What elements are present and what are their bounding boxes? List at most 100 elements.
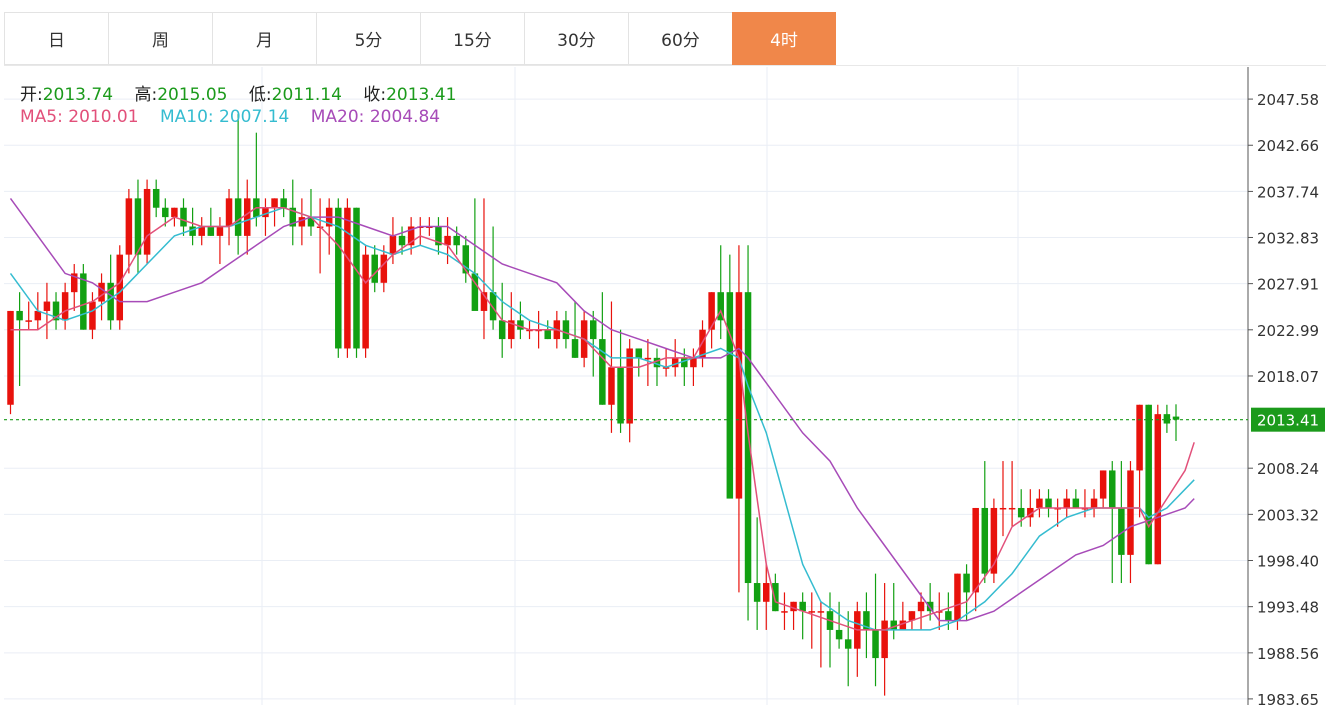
candle-body (152, 188, 160, 208)
candle-body (207, 226, 215, 236)
candle-body (380, 254, 388, 283)
candle-body (644, 357, 652, 360)
candle-body (162, 207, 169, 218)
ma10-label: MA10: (159, 107, 214, 127)
y-tick-label: 2032.83 (1257, 229, 1319, 247)
ohlc-readout: 开:2013.74 高:2015.05 低:2011.14 收:2013.41 (20, 80, 456, 105)
candle-body (89, 301, 96, 330)
candle-body (216, 226, 224, 236)
candle-body (1145, 404, 1152, 565)
y-tick-label: 2047.58 (1257, 91, 1319, 109)
ma5-label: MA5: (20, 107, 63, 127)
candle-body (881, 620, 888, 659)
candle-body (781, 611, 788, 613)
candle-body (353, 207, 360, 349)
candle-body (999, 507, 1007, 510)
y-tick-label: 2008.24 (1257, 460, 1319, 478)
candle-body (1045, 498, 1052, 508)
candlestick-chart[interactable]: 2047.58 2042.66 2037.74 2032.83 2027.91 2022.… (0, 0, 1326, 705)
candle-body (225, 198, 233, 227)
y-tick-label: 1993.48 (1257, 599, 1319, 617)
candle-body (735, 292, 743, 499)
candle-body (180, 207, 187, 227)
candle-body (626, 348, 633, 424)
candle-body (917, 601, 925, 612)
open-label: 开: (20, 85, 43, 105)
candle-body (1017, 507, 1025, 518)
close-label: 收: (363, 85, 387, 105)
candle-body (608, 367, 615, 405)
candle-body (1008, 507, 1016, 510)
candle-body (243, 198, 251, 236)
candle-body (808, 611, 816, 613)
ma10-line (9, 206, 1195, 631)
candle-body (398, 235, 406, 246)
candle-body (489, 292, 497, 321)
candle-body (835, 629, 843, 640)
candle-body (143, 188, 151, 255)
ma-readout: MA5: 2010.01 MA10: 2007.14 MA20: 2004.84 (20, 107, 440, 127)
candle-body (590, 320, 597, 340)
candle-body (963, 573, 970, 593)
ma10-value: 2007.14 (219, 107, 290, 127)
candle-body (125, 198, 133, 255)
candle-body (43, 301, 51, 311)
low-value: 2011.14 (271, 85, 342, 105)
y-tick-label: 2037.74 (1257, 183, 1319, 201)
high-label: 高: (134, 85, 158, 105)
candle-body (498, 320, 506, 340)
ma20-value: 2004.84 (369, 107, 441, 127)
y-tick-label: 2003.32 (1257, 506, 1319, 524)
open-value: 2013.74 (42, 85, 114, 105)
ma20-label: MA20: (310, 107, 365, 127)
ma5-value: 2010.01 (68, 107, 139, 127)
y-tick-label: 1998.40 (1257, 553, 1319, 571)
current-price-label: 2013.41 (1257, 412, 1319, 430)
candle-body (371, 254, 378, 283)
candle-body (617, 367, 624, 424)
high-value: 2015.05 (157, 85, 228, 105)
candle-body (1036, 498, 1043, 508)
candle-body (562, 320, 570, 340)
y-tick-label: 2027.91 (1257, 276, 1319, 294)
candle-body (954, 573, 961, 621)
candle-body (234, 198, 242, 236)
candle-body (1163, 414, 1171, 424)
candle-body (817, 611, 825, 613)
candle-body (171, 207, 178, 218)
candle-body (1063, 498, 1070, 508)
y-tick-label: 2018.07 (1257, 368, 1319, 386)
candle-body (1090, 498, 1098, 508)
candle-body (544, 329, 551, 340)
candle-body (453, 235, 460, 246)
candle-body (116, 254, 124, 321)
y-tick-label: 1988.56 (1257, 645, 1319, 663)
candle-body (1109, 470, 1116, 508)
candle-body (972, 507, 979, 593)
candle-body (981, 507, 989, 574)
candle-body (16, 310, 23, 321)
candle-body (1072, 498, 1080, 508)
candle-body (389, 235, 397, 255)
candle-body (271, 198, 278, 208)
candle-body (945, 611, 952, 621)
candle-body (280, 198, 287, 208)
y-tick-label: 2022.99 (1257, 322, 1319, 340)
candle-body (872, 629, 879, 659)
candle-body (1127, 470, 1134, 555)
candle-body (362, 254, 369, 349)
candle-body (753, 583, 761, 602)
y-tick-label: 1983.65 (1257, 691, 1319, 705)
candle-body (926, 601, 934, 612)
y-tick-label: 2042.66 (1257, 137, 1319, 155)
candle-body (772, 583, 779, 612)
candle-body (1154, 414, 1162, 565)
candle-body (726, 292, 734, 499)
ma20-line (9, 197, 1195, 622)
candle-body (763, 583, 770, 602)
candle-body (98, 282, 105, 302)
candle-body (635, 348, 643, 358)
candle-body (1136, 404, 1143, 471)
candle-body (599, 339, 606, 405)
close-value: 2013.41 (386, 85, 457, 105)
